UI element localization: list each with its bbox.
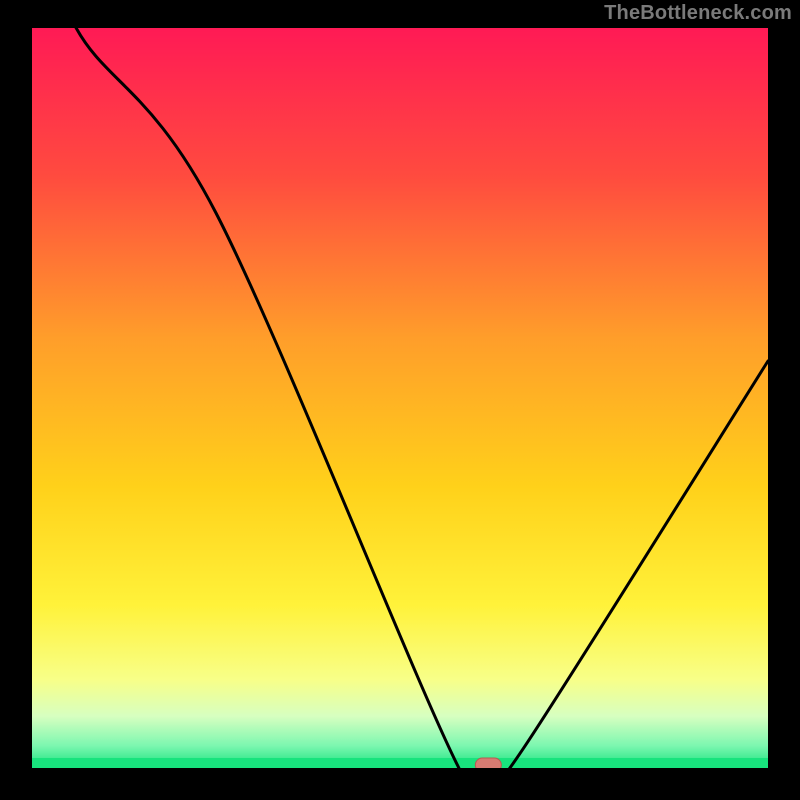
- attribution-label: TheBottleneck.com: [604, 2, 792, 25]
- chart-svg: [32, 28, 768, 768]
- chart-container: TheBottleneck.com: [0, 0, 800, 800]
- optimal-marker: [475, 758, 501, 768]
- bottleneck-chart: [32, 28, 768, 768]
- chart-baseline-strip: [32, 758, 768, 768]
- chart-background: [32, 28, 768, 768]
